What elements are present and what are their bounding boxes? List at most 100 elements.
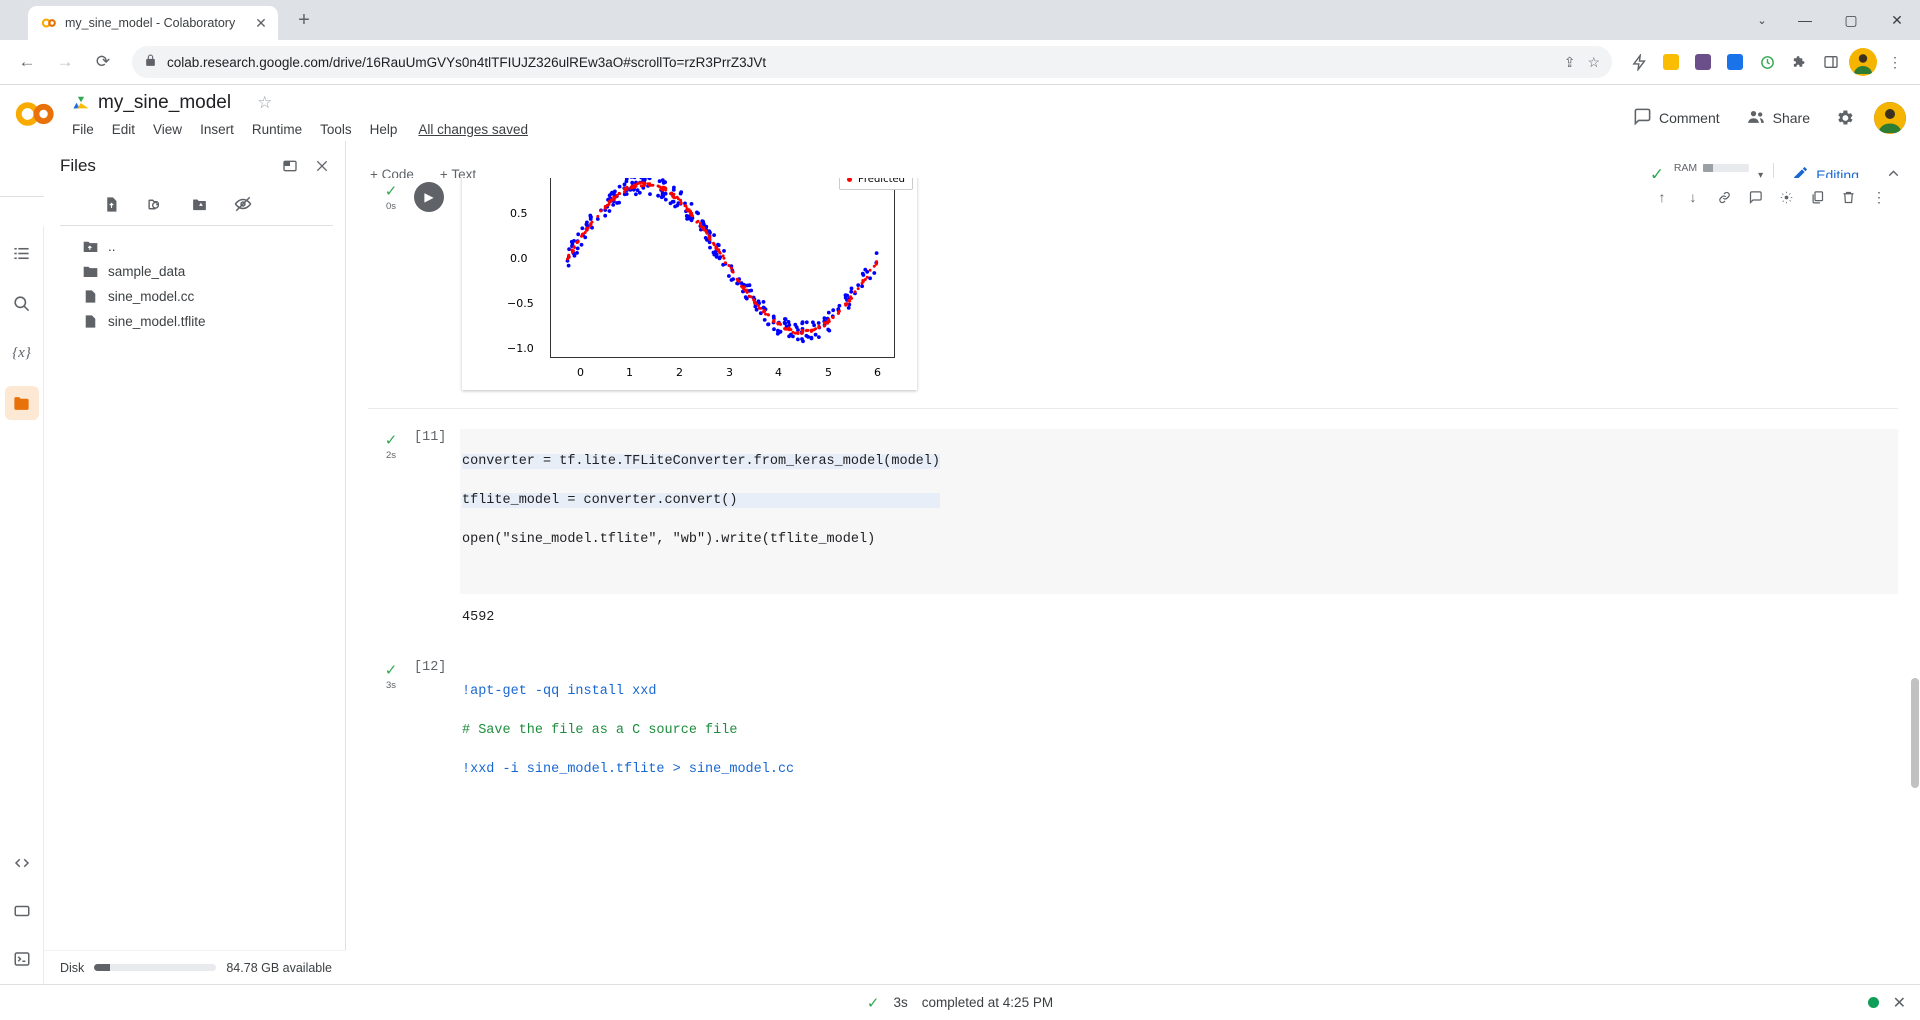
avatar[interactable] bbox=[1874, 102, 1906, 134]
move-up-icon[interactable]: ↑ bbox=[1649, 184, 1675, 210]
delete-icon[interactable] bbox=[1835, 184, 1861, 210]
cell-output-text: 4592 bbox=[462, 610, 495, 625]
chevron-down-icon[interactable]: ⌄ bbox=[1742, 0, 1782, 40]
list-item[interactable]: sine_model.cc bbox=[44, 284, 345, 309]
copy-icon[interactable] bbox=[1804, 184, 1830, 210]
list-item[interactable]: ▶ sample_data bbox=[44, 259, 345, 284]
minimize-button[interactable]: — bbox=[1782, 0, 1828, 40]
new-tab-button[interactable]: + bbox=[290, 6, 318, 34]
search-icon[interactable] bbox=[5, 286, 39, 320]
cell-exec-time: 0s bbox=[385, 201, 397, 212]
browser-tab[interactable]: my_sine_model - Colaboratory ✕ bbox=[28, 6, 278, 40]
parent-folder-icon bbox=[82, 239, 99, 254]
menu-insert[interactable]: Insert bbox=[191, 119, 243, 140]
browser-tab-title: my_sine_model - Colaboratory bbox=[65, 16, 236, 30]
google-drive-icon bbox=[72, 95, 90, 111]
x-tick-label: 6 bbox=[874, 366, 881, 379]
ram-bar bbox=[1703, 163, 1750, 172]
back-icon[interactable]: ← bbox=[10, 45, 44, 79]
browser-tab-strip: my_sine_model - Colaboratory ✕ + ⌄ — ▢ ✕ bbox=[0, 0, 1920, 40]
menu-view[interactable]: View bbox=[144, 119, 191, 140]
toc-icon[interactable] bbox=[5, 236, 39, 270]
translate-icon[interactable] bbox=[1720, 47, 1750, 77]
list-item-label: sample_data bbox=[108, 264, 186, 279]
browser-menu-icon[interactable]: ⋮ bbox=[1880, 47, 1910, 77]
share-icon[interactable]: ⇪ bbox=[1564, 54, 1576, 71]
puzzle-icon[interactable] bbox=[1784, 47, 1814, 77]
y-tick-label: 0.5 bbox=[510, 207, 528, 220]
window-close-button[interactable]: ✕ bbox=[1874, 0, 1920, 40]
list-item[interactable]: .. bbox=[44, 234, 345, 259]
star-icon[interactable]: ☆ bbox=[257, 93, 272, 113]
tab-close-icon[interactable]: ✕ bbox=[252, 14, 270, 32]
open-in-new-icon[interactable] bbox=[277, 153, 303, 179]
variables-icon[interactable]: {x} bbox=[5, 336, 39, 370]
more-vert-icon[interactable]: ⋮ bbox=[1866, 184, 1892, 210]
legend-label-predicted: Predicted bbox=[858, 178, 905, 185]
comment-icon[interactable] bbox=[1742, 184, 1768, 210]
colab-icon bbox=[40, 15, 57, 32]
menu-tools[interactable]: Tools bbox=[311, 119, 361, 140]
run-cell-button[interactable]: ▶ bbox=[414, 182, 444, 212]
mount-drive-icon[interactable] bbox=[188, 195, 210, 213]
address-bar[interactable]: colab.research.google.com/drive/16RauUmG… bbox=[132, 46, 1612, 78]
user-avatar[interactable] bbox=[1848, 47, 1878, 77]
menu-file[interactable]: File bbox=[72, 119, 103, 140]
scrollbar-thumb[interactable] bbox=[1911, 678, 1919, 788]
list-item[interactable]: sine_model.tflite bbox=[44, 309, 345, 334]
notebook-scrollbar[interactable] bbox=[1909, 178, 1920, 984]
code-line-text: # Save the file as a C source file bbox=[462, 722, 738, 738]
notebook-code-cell: ✓ 2s [11] converter = tf.lite.TFLiteConv… bbox=[368, 427, 1898, 625]
close-icon[interactable] bbox=[309, 153, 335, 179]
chevron-right-icon[interactable]: ▶ bbox=[90, 266, 97, 277]
y-tick-label: −1.0 bbox=[507, 342, 534, 355]
terminal-icon[interactable] bbox=[5, 942, 39, 976]
bookmark-star-icon[interactable]: ☆ bbox=[1587, 54, 1600, 71]
link-icon[interactable] bbox=[1711, 184, 1737, 210]
cell-exec-time: 3s bbox=[385, 680, 397, 691]
ram-label: RAM bbox=[1673, 161, 1698, 174]
menu-edit[interactable]: Edit bbox=[103, 119, 144, 140]
code-snippets-icon[interactable] bbox=[5, 846, 39, 880]
notebook-area: ✓ 0s ▶ 1.0 0.5 0.0 −0.5 −1.0 bbox=[346, 178, 1920, 984]
code-editor[interactable]: converter = tf.lite.TFLiteConverter.from… bbox=[460, 429, 1898, 594]
hide-hidden-icon[interactable] bbox=[232, 195, 254, 213]
move-down-icon[interactable]: ↓ bbox=[1680, 184, 1706, 210]
maximize-button[interactable]: ▢ bbox=[1828, 0, 1874, 40]
x-tick-label: 0 bbox=[577, 366, 584, 379]
comment-button[interactable]: Comment bbox=[1623, 100, 1730, 136]
legend-marker-predicted bbox=[847, 178, 853, 182]
files-panel: Files .. ▶ sample_data sine_model.cc sin… bbox=[44, 141, 346, 984]
files-panel-title: Files bbox=[60, 156, 96, 175]
refresh-folder-icon[interactable] bbox=[144, 195, 166, 213]
gear-icon[interactable] bbox=[1826, 99, 1864, 137]
status-bar: ✓ 3s completed at 4:25 PM ✕ bbox=[0, 984, 1920, 1020]
share-button[interactable]: Share bbox=[1736, 100, 1820, 137]
status-close-icon[interactable]: ✕ bbox=[1893, 993, 1906, 1013]
code-line-text: converter = tf.lite.TFLiteConverter.from… bbox=[462, 453, 940, 469]
cell-execution-gutter: ✓ 0s bbox=[368, 178, 414, 390]
comment-label: Comment bbox=[1658, 110, 1720, 126]
notebook-cell-output: ✓ 0s ▶ 1.0 0.5 0.0 −0.5 −1.0 bbox=[368, 178, 1898, 409]
wallet-icon[interactable] bbox=[1688, 47, 1718, 77]
code-editor[interactable]: !apt-get -qq install xxd # Save the file… bbox=[460, 659, 1898, 824]
cell-exec-time: 2s bbox=[385, 450, 397, 461]
plot-legend: Actual Predicted bbox=[839, 178, 913, 190]
menu-help[interactable]: Help bbox=[361, 119, 407, 140]
files-icon[interactable] bbox=[4, 386, 39, 420]
side-panel-icon[interactable] bbox=[1816, 47, 1846, 77]
page-title[interactable]: my_sine_model bbox=[98, 92, 231, 114]
code-line-text: tflite_model = converter.convert() bbox=[462, 492, 738, 508]
loop-icon[interactable] bbox=[1752, 47, 1782, 77]
upload-file-icon[interactable] bbox=[100, 195, 122, 213]
all-changes-saved-label[interactable]: All changes saved bbox=[418, 122, 528, 137]
bookmark-badge-icon[interactable] bbox=[1656, 47, 1686, 77]
lightning-icon[interactable] bbox=[1624, 47, 1654, 77]
commands-icon[interactable] bbox=[5, 894, 39, 928]
settings-icon[interactable] bbox=[1773, 184, 1799, 210]
disk-usage-footer: Disk 84.78 GB available bbox=[44, 950, 346, 984]
menu-runtime[interactable]: Runtime bbox=[243, 119, 311, 140]
reload-icon[interactable]: ⟳ bbox=[86, 45, 120, 79]
forward-icon[interactable]: → bbox=[48, 45, 82, 79]
disk-usage-bar bbox=[94, 964, 217, 971]
